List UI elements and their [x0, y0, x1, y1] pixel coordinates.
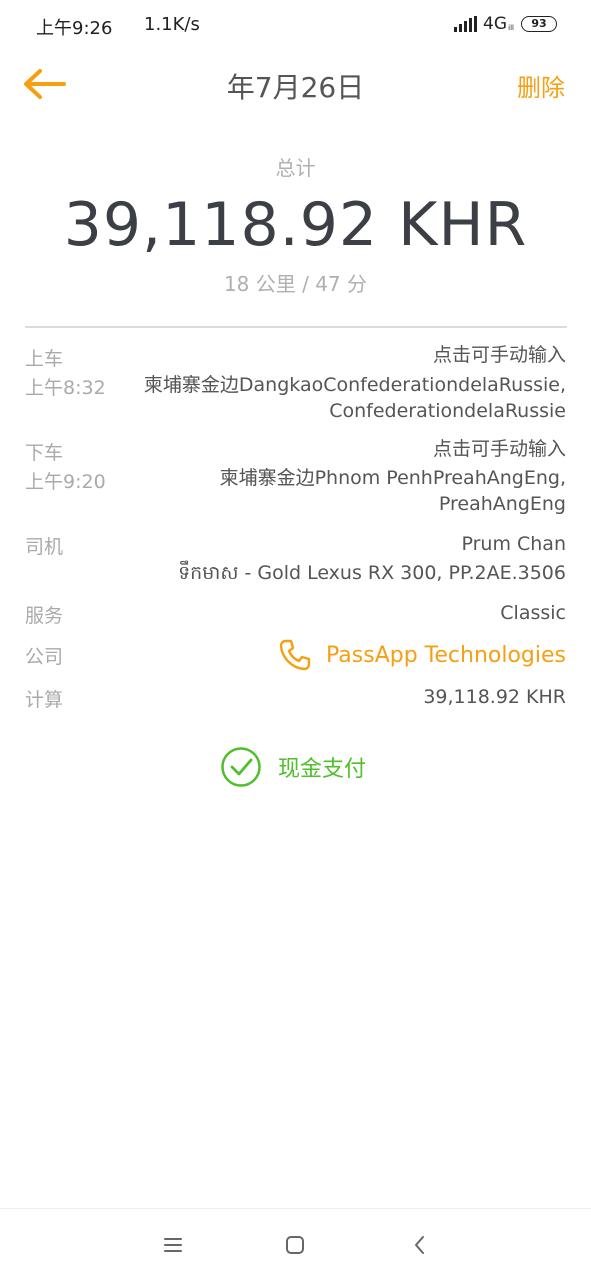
- status-network-speed: 1.1K/s: [144, 14, 200, 35]
- payment-label: 现金支付: [278, 757, 367, 782]
- status-time: 上午9:26: [36, 18, 113, 39]
- home-square-icon: [286, 1236, 304, 1254]
- phone-icon: [279, 639, 311, 671]
- status-indicators: 4G ill 93: [454, 14, 557, 34]
- pickup-manual-input[interactable]: 点击可手动输入: [433, 342, 566, 368]
- payment-method: 现金支付: [220, 746, 366, 788]
- calculation-value: 39,118.92 KHR: [423, 686, 566, 708]
- status-bar: 上午9:26 1.1K/s 4G ill 93: [0, 0, 591, 50]
- dropoff-label: 下车: [25, 442, 64, 464]
- service-label: 服务: [25, 605, 64, 627]
- battery-icon: 93: [521, 16, 557, 32]
- pickup-address: 柬埔寨金边DangkaoConfederationdelaRussie, Con…: [144, 372, 566, 424]
- driver-label: 司机: [25, 536, 64, 558]
- company-label: 公司: [25, 646, 64, 668]
- driver-info: Prum Chan ទឹកមាស - Gold Lexus RX 300, PP…: [178, 531, 566, 586]
- header: 年7月26日 删除: [0, 54, 591, 114]
- signal-icon: [454, 16, 477, 32]
- delete-button[interactable]: 删除: [517, 68, 565, 103]
- home-button[interactable]: [275, 1227, 315, 1263]
- page-title: 年7月26日: [226, 71, 365, 104]
- divider: [25, 326, 567, 328]
- company-call-button[interactable]: PassApp Technologies: [278, 638, 566, 672]
- pickup-time: 上午8:32: [25, 377, 106, 399]
- dropoff-time: 上午9:20: [25, 471, 106, 493]
- dropoff-manual-input[interactable]: 点击可手动输入: [433, 436, 566, 462]
- company-name: PassApp Technologies: [326, 642, 566, 668]
- chevron-left-icon: [415, 1236, 424, 1254]
- total-label: 总计: [275, 156, 316, 180]
- dropoff-address: 柬埔寨金边Phnom PenhPreahAngEng, PreahAngEng: [220, 465, 566, 517]
- check-circle-icon: [221, 747, 261, 787]
- service-value: Classic: [500, 602, 566, 624]
- pickup-address-line2: ConfederationdelaRussie: [329, 400, 566, 422]
- distance-time: 18 公里 / 47 分: [223, 272, 368, 296]
- network-type: 4G ill: [483, 14, 514, 34]
- dropoff-address-line1: 柬埔寨金边Phnom PenhPreahAngEng,: [219, 467, 566, 489]
- driver-name: Prum Chan: [461, 533, 566, 555]
- driver-vehicle: ទឹកមាស - Gold Lexus RX 300, PP.2AE.3506: [178, 562, 566, 584]
- total-amount: 39,118.92 KHR: [63, 190, 528, 260]
- pickup-label: 上车: [25, 348, 64, 370]
- system-nav-bar: [0, 1208, 591, 1280]
- menu-button[interactable]: [153, 1227, 193, 1263]
- pickup-address-line1: 柬埔寨金边DangkaoConfederationdelaRussie,: [143, 374, 566, 396]
- calculation-label: 计算: [25, 689, 64, 711]
- nav-back-button[interactable]: [399, 1227, 439, 1263]
- menu-icon: [164, 1238, 182, 1252]
- dropoff-address-line2: PreahAngEng: [438, 493, 566, 515]
